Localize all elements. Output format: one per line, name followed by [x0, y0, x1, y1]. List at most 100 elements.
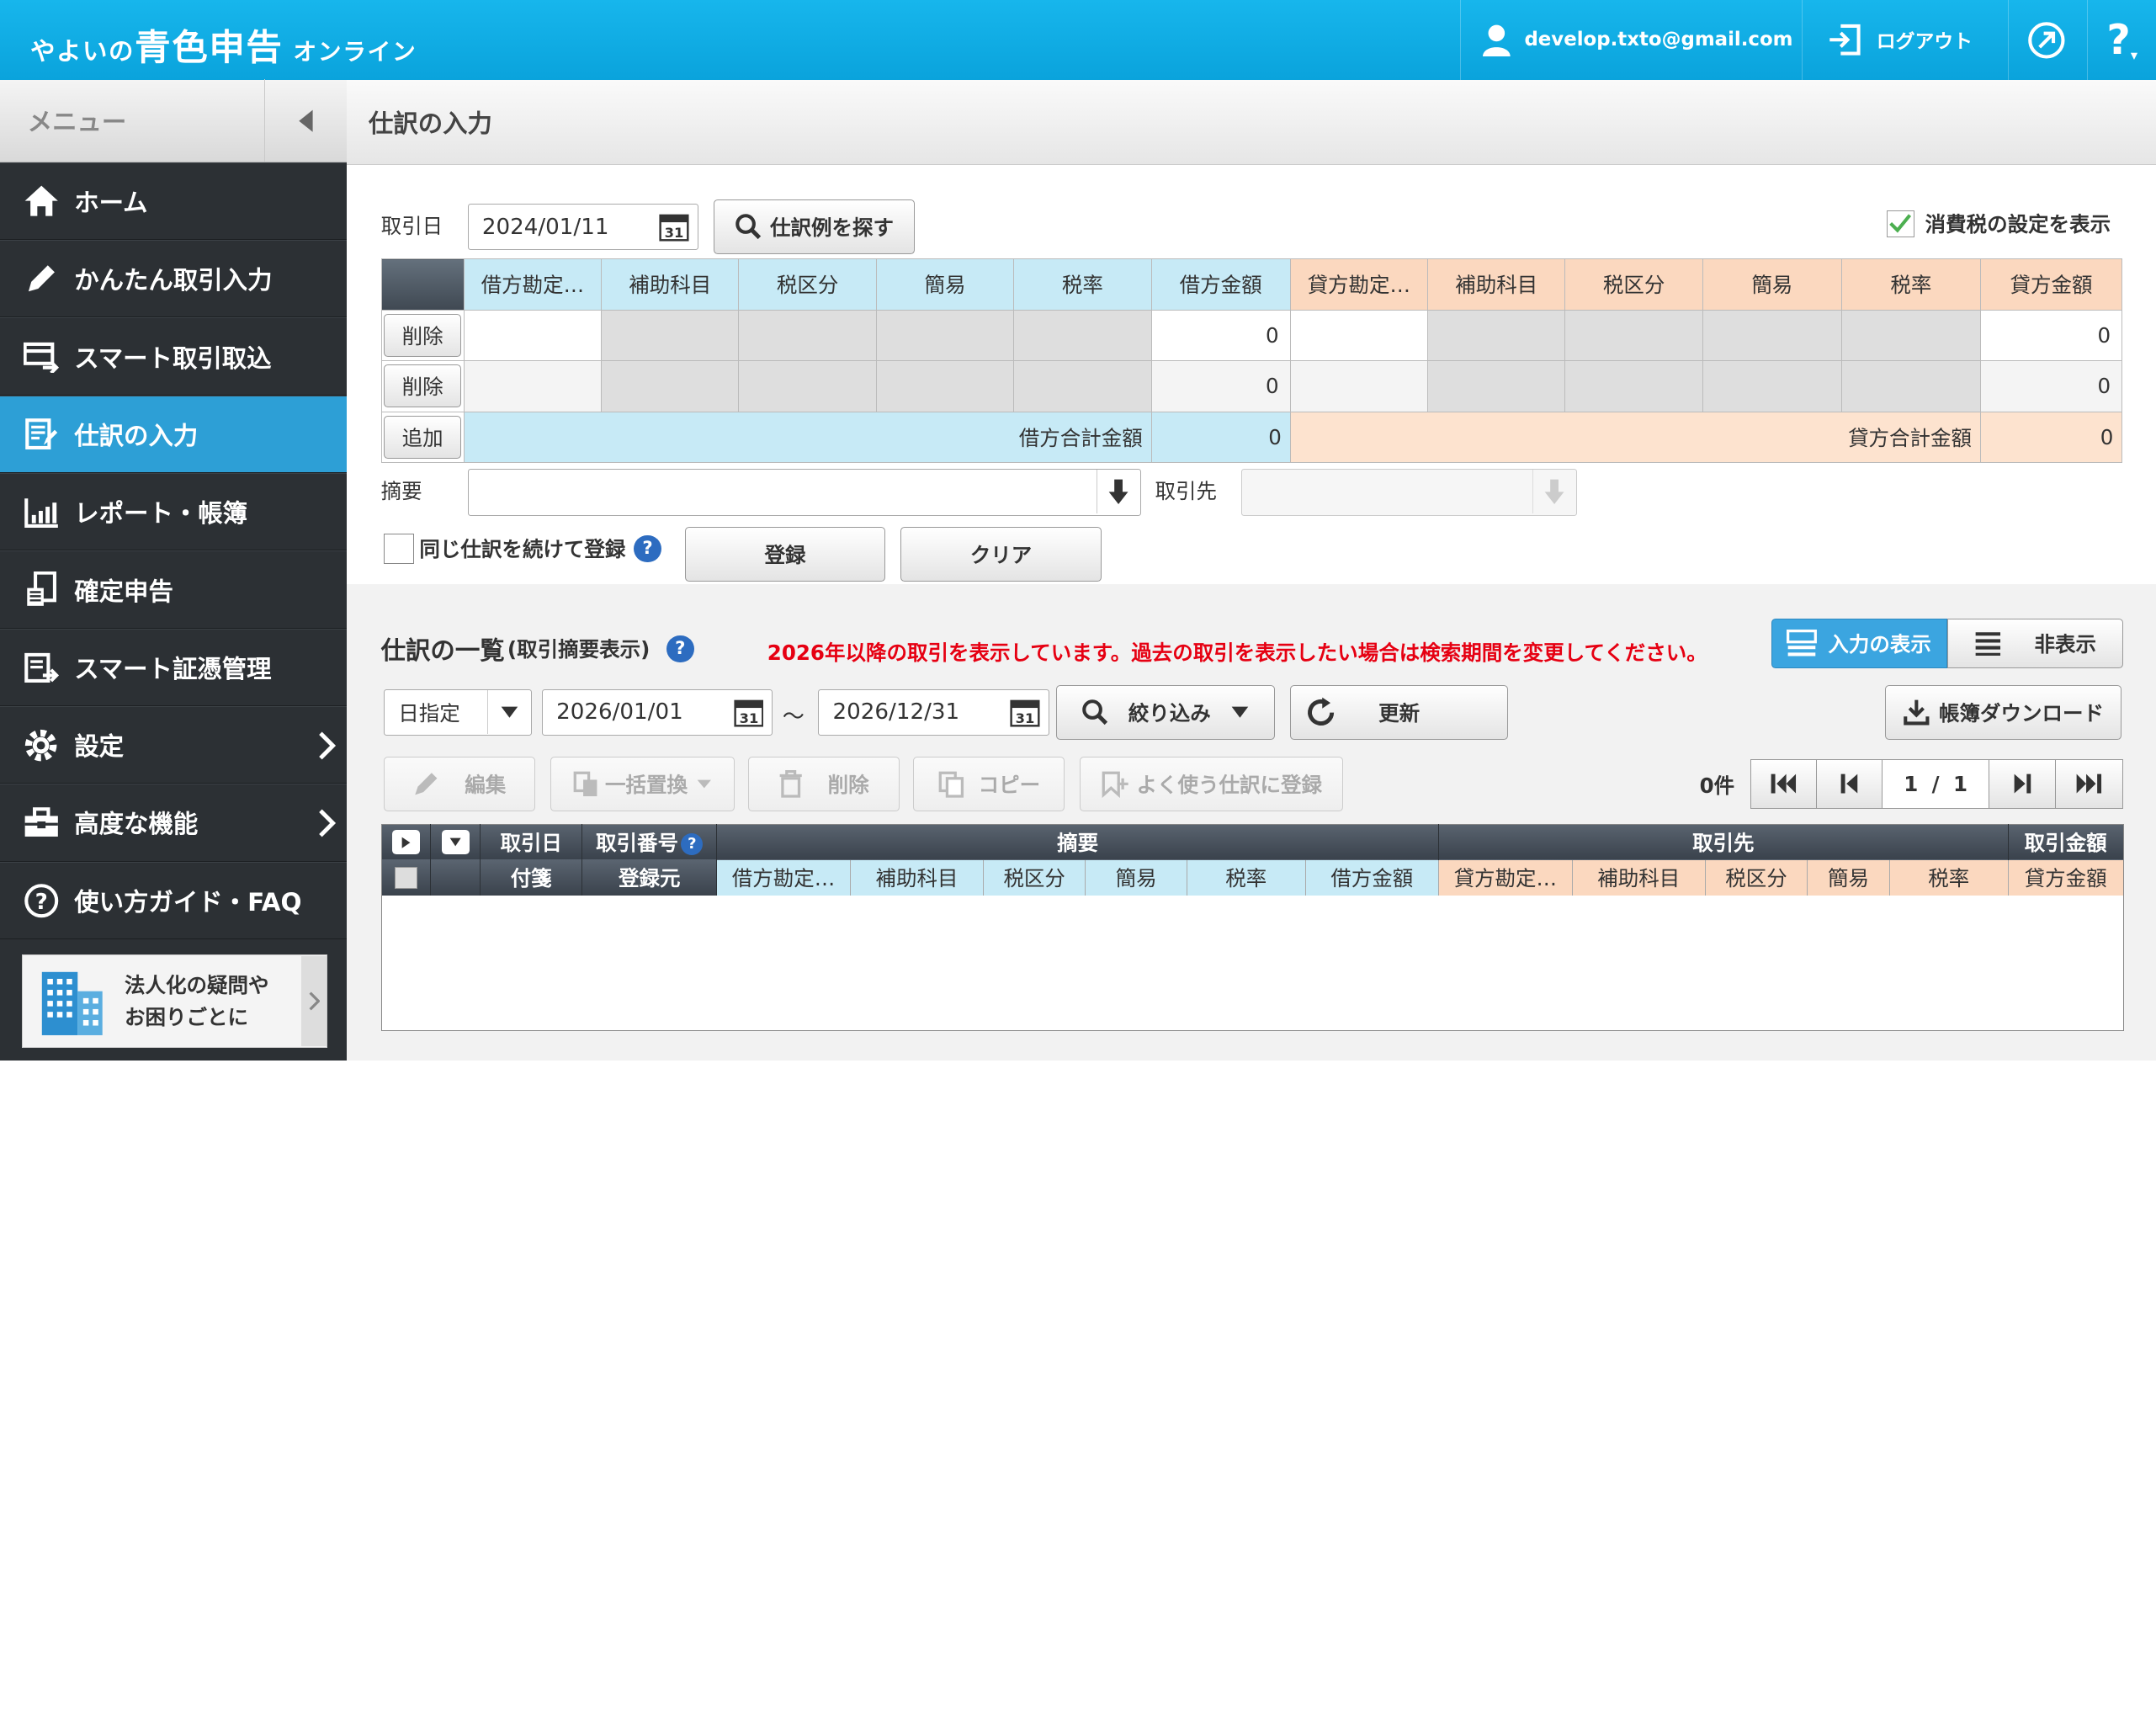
col-memo[interactable]: 摘要	[716, 824, 1440, 860]
last-page-icon	[2076, 773, 2102, 794]
delete-row-button[interactable]: 削除	[384, 314, 461, 357]
sidebar: メニュー ホーム かんたん取引入力 スマート取引取込 仕訳の入力 レポート・帳簿	[0, 79, 347, 1061]
credit-amount-cell[interactable]: 0	[1979, 309, 2123, 362]
credit-amount-cell[interactable]: 0	[1979, 360, 2123, 412]
help-icon[interactable]: ?	[666, 635, 694, 663]
date-input[interactable]: 2024/01/11 31	[467, 203, 699, 251]
calendar-icon[interactable]: 31	[1010, 697, 1040, 727]
search-journal-examples-button[interactable]: 仕訳例を探す	[714, 199, 915, 255]
list-view-icon	[1787, 630, 1818, 657]
partner-dropdown-button[interactable]	[1532, 470, 1576, 514]
col-debit-sub[interactable]: 補助科目	[850, 859, 985, 896]
last-page-button[interactable]	[2055, 758, 2123, 809]
partner-input[interactable]	[1241, 469, 1578, 516]
memo-dropdown-button[interactable]	[1096, 470, 1140, 514]
col-credit-simple[interactable]: 簡易	[1807, 859, 1890, 896]
col-date[interactable]: 取引日	[480, 824, 583, 860]
credit-account-cell[interactable]	[1289, 309, 1429, 362]
show-input-toggle[interactable]: 入力の表示	[1771, 619, 1947, 669]
collapse-menu-button[interactable]	[263, 79, 347, 162]
debit-amount-cell[interactable]: 0	[1150, 360, 1291, 412]
col-amount[interactable]: 取引金額	[2008, 824, 2123, 859]
sidebar-item-smart-import[interactable]: スマート取引取込	[0, 317, 347, 396]
delete-row-button[interactable]: 削除	[384, 364, 461, 408]
add-row-button[interactable]: 追加	[384, 415, 461, 459]
debit-taxcat-cell	[738, 360, 877, 412]
user-account[interactable]: develop.txto@gmail.com	[1460, 0, 1798, 80]
external-link-button[interactable]	[2007, 0, 2085, 80]
sidebar-item-tax-return[interactable]: 確定申告	[0, 550, 347, 629]
col-debit-taxcat[interactable]: 税区分	[983, 859, 1086, 896]
hide-input-toggle[interactable]: 非表示	[1946, 619, 2123, 669]
bulk-replace-button[interactable]: 一括置換	[550, 756, 735, 812]
col-source[interactable]: 登録元	[581, 859, 718, 896]
sidebar-item-settings[interactable]: 設定	[0, 705, 347, 784]
help-icon[interactable]: ?	[634, 534, 661, 563]
select-all-checkbox[interactable]	[395, 866, 417, 890]
help-button[interactable]: ? ▾	[2087, 0, 2156, 80]
tax-setting-checkbox[interactable]	[1886, 210, 1914, 238]
date-from-input[interactable]: 2026/01/01 31	[541, 688, 773, 736]
repeat-entry-checkbox[interactable]	[383, 533, 414, 564]
show-input-label: 入力の表示	[1828, 632, 1931, 657]
sidebar-item-receipts[interactable]: スマート証憑管理	[0, 628, 347, 706]
sidebar-item-easy-entry[interactable]: かんたん取引入力	[0, 240, 347, 318]
memo-input[interactable]	[467, 469, 1142, 516]
col-debit-account[interactable]: 借方勘定…	[716, 859, 851, 896]
edit-button[interactable]: 編集	[383, 756, 535, 812]
sidebar-item-label: 仕訳の入力	[74, 421, 199, 450]
refresh-button[interactable]: 更新	[1289, 684, 1509, 741]
col-debit-rate[interactable]: 税率	[1187, 859, 1306, 896]
filter-button[interactable]: 絞り込み	[1055, 684, 1275, 741]
delete-button[interactable]: 削除	[747, 756, 900, 812]
help-icon[interactable]: ?	[681, 833, 704, 856]
col-credit-taxcat[interactable]: 税区分	[1705, 859, 1808, 896]
register-button[interactable]: 登録	[684, 526, 886, 582]
debit-account-cell[interactable]	[463, 309, 603, 362]
ledger-download-button[interactable]: 帳簿ダウンロード	[1885, 684, 2122, 741]
debit-account-cell[interactable]	[463, 360, 603, 412]
next-page-button[interactable]	[1989, 758, 2056, 809]
header-credit-taxcat: 税区分	[1564, 258, 1703, 311]
sidebar-item-home[interactable]: ホーム	[0, 162, 347, 241]
sidebar-item-advanced[interactable]: 高度な機能	[0, 784, 347, 862]
column-menu-toggle[interactable]	[430, 824, 481, 860]
favorite-button-label: よく使う仕訳に登録	[1136, 772, 1323, 797]
sidebar-item-label: レポート・帳簿	[74, 499, 248, 529]
col-credit-sub[interactable]: 補助科目	[1572, 859, 1707, 896]
menu-header: メニュー	[0, 79, 347, 162]
copy-button[interactable]: コピー	[912, 756, 1065, 812]
report-icon	[22, 496, 61, 529]
first-page-button[interactable]	[1750, 758, 1817, 809]
col-credit-rate[interactable]: 税率	[1889, 859, 2009, 896]
sidebar-item-reports[interactable]: レポート・帳簿	[0, 473, 347, 551]
sidebar-item-guide-faq[interactable]: ? 使い方ガイド・FAQ	[0, 861, 347, 939]
col-number[interactable]: 取引番号?	[581, 824, 718, 860]
logout-button[interactable]: ログアウト	[1801, 0, 2005, 80]
col-tag[interactable]: 付箋	[480, 859, 583, 896]
col-credit-account[interactable]: 貸方勘定…	[1438, 859, 1573, 896]
app-logo[interactable]: やよいの青色申告 オンライン	[30, 19, 417, 71]
register-favorite-button[interactable]: よく使う仕訳に登録	[1079, 756, 1344, 812]
svg-text:31: 31	[739, 710, 758, 726]
col-debit-simple[interactable]: 簡易	[1085, 859, 1188, 896]
clear-button[interactable]: クリア	[900, 526, 1102, 582]
col-credit-amount[interactable]: 貸方金額	[2008, 859, 2124, 896]
date-to-input[interactable]: 2026/12/31 31	[818, 688, 1049, 736]
sidebar-item-journal-entry[interactable]: 仕訳の入力	[0, 395, 347, 474]
col-debit-amount[interactable]: 借方金額	[1305, 859, 1440, 896]
banner-chevron-icon	[301, 955, 327, 1047]
col-partner[interactable]: 取引先	[1438, 824, 2009, 860]
calendar-icon[interactable]: 31	[659, 211, 689, 242]
prev-page-button[interactable]	[1816, 758, 1883, 809]
incorporation-banner[interactable]: 法人化の疑問や お困りごとに	[22, 954, 327, 1049]
date-value: 2024/01/11	[481, 214, 609, 240]
debit-amount-cell[interactable]: 0	[1150, 309, 1291, 362]
period-type-select[interactable]: 日指定	[383, 688, 533, 736]
repeat-entry-toggle[interactable]: 同じ仕訳を続けて登録 ?	[383, 533, 661, 564]
page-indicator[interactable]: 1 / 1	[1882, 758, 1990, 809]
expand-toggle[interactable]	[381, 824, 432, 860]
credit-account-cell[interactable]	[1289, 360, 1429, 412]
tax-setting-toggle[interactable]: 消費税の設定を表示	[1886, 209, 2111, 238]
calendar-icon[interactable]: 31	[733, 697, 764, 727]
